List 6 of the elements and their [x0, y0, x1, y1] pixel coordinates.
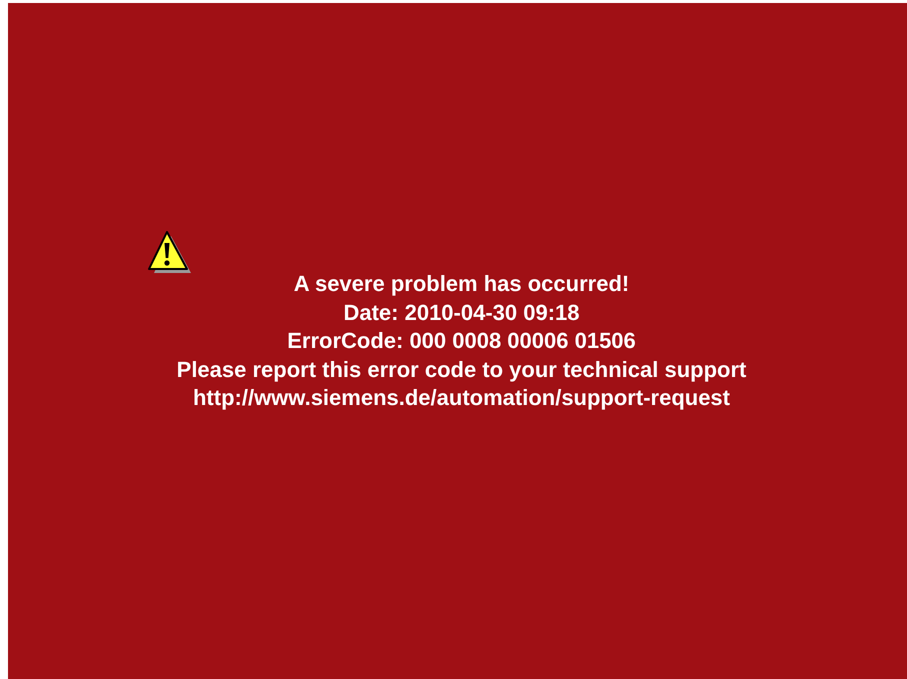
warning-icon — [146, 230, 192, 276]
error-message-line: ErrorCode: 000 0008 00006 01506 — [287, 327, 636, 355]
error-message-line: A severe problem has occurred! — [294, 270, 630, 298]
error-message-line: Please report this error code to your technical support — [176, 356, 746, 384]
error-message-line: Date: 2010-04-30 09:18 — [343, 298, 580, 326]
error-message-line: http://www.siemens.de/automation/support-request — [192, 384, 730, 412]
